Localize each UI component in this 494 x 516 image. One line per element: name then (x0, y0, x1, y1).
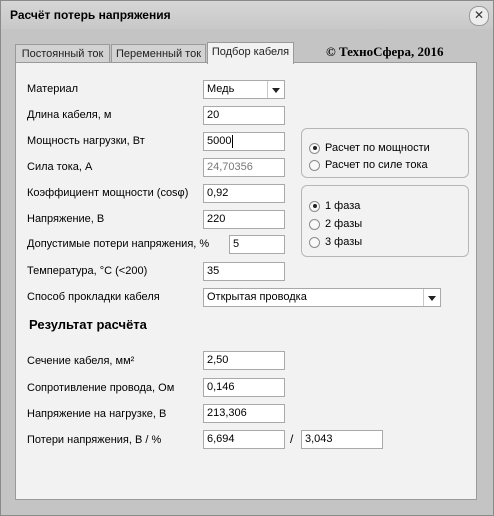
chevron-down-icon[interactable] (423, 289, 440, 306)
resistance-output: 0,146 (203, 378, 285, 397)
load-power-input[interactable]: 5000 (203, 132, 285, 151)
cross-section-label: Сечение кабеля, мм² (27, 355, 135, 367)
radio-calc-by-power[interactable]: Расчет по мощности (309, 142, 430, 154)
temperature-label: Температура, °С (<200) (27, 265, 148, 277)
load-power-value: 5000 (207, 135, 232, 147)
temperature-input[interactable]: 35 (203, 262, 285, 281)
text-cursor (232, 134, 234, 148)
laying-method-select[interactable]: Открытая проводка (203, 288, 441, 307)
cable-length-input[interactable]: 20 (203, 106, 285, 125)
load-voltage-label: Напряжение на нагрузке, В (27, 408, 167, 420)
radio-one-phase-label: 1 фаза (325, 200, 361, 212)
allowed-loss-input[interactable]: 5 (229, 235, 285, 254)
calculator-window: Расчёт потерь напряжения ✕ Постоянный то… (0, 0, 494, 516)
tab-alternating-current[interactable]: Переменный ток (111, 44, 206, 63)
load-voltage-output: 213,306 (203, 404, 285, 423)
radio-three-phases[interactable]: 3 фазы (309, 236, 362, 248)
material-value: Медь (207, 83, 235, 95)
current-input: 24,70356 (203, 158, 285, 177)
tab-cable-selection[interactable]: Подбор кабеля (207, 42, 294, 64)
radio-one-phase[interactable]: 1 фаза (309, 200, 360, 212)
cross-section-output: 2,50 (203, 351, 285, 370)
laying-method-value: Открытая проводка (207, 291, 307, 303)
result-heading: Результат расчёта (29, 317, 147, 332)
cable-length-label: Длина кабеля, м (27, 109, 112, 121)
radio-two-phases[interactable]: 2 фазы (309, 218, 362, 230)
voltage-loss-label: Потери напряжения, В / % (27, 434, 162, 446)
radio-unselected-icon (309, 159, 320, 171)
tab-direct-current[interactable]: Постоянный ток (15, 44, 110, 63)
voltage-loss-volts-output: 6,694 (203, 430, 285, 449)
load-power-label: Мощность нагрузки, Вт (27, 135, 145, 147)
power-factor-input[interactable]: 0,92 (203, 184, 285, 203)
current-label: Сила тока, А (27, 161, 93, 173)
chevron-down-icon[interactable] (267, 81, 284, 98)
resistance-label: Сопротивление провода, Ом (27, 382, 175, 394)
close-icon[interactable]: ✕ (469, 6, 489, 26)
radio-unselected-icon (309, 236, 320, 248)
radio-selected-icon (309, 200, 320, 212)
radio-calc-by-power-label: Расчет по мощности (325, 142, 430, 154)
title-bar: Расчёт потерь напряжения ✕ (1, 1, 493, 29)
voltage-loss-separator: / (290, 432, 294, 446)
power-factor-label: Коэффициент мощности (cosφ) (27, 187, 189, 199)
radio-unselected-icon (309, 218, 320, 230)
voltage-input[interactable]: 220 (203, 210, 285, 229)
radio-calc-by-current-label: Расчет по силе тока (325, 159, 428, 171)
voltage-loss-percent-output: 3,043 (301, 430, 383, 449)
window-title: Расчёт потерь напряжения (10, 8, 171, 22)
material-select[interactable]: Медь (203, 80, 285, 99)
material-label: Материал (27, 83, 78, 95)
allowed-loss-label: Допустимые потери напряжения, % (27, 238, 210, 250)
voltage-label: Напряжение, В (27, 213, 105, 225)
radio-three-phases-label: 3 фазы (325, 236, 363, 248)
radio-selected-icon (309, 142, 320, 154)
copyright-text: © ТехноСфера, 2016 (326, 44, 444, 59)
radio-two-phases-label: 2 фазы (325, 218, 363, 230)
radio-calc-by-current[interactable]: Расчет по силе тока (309, 159, 428, 171)
laying-method-label: Способ прокладки кабеля (27, 291, 160, 303)
